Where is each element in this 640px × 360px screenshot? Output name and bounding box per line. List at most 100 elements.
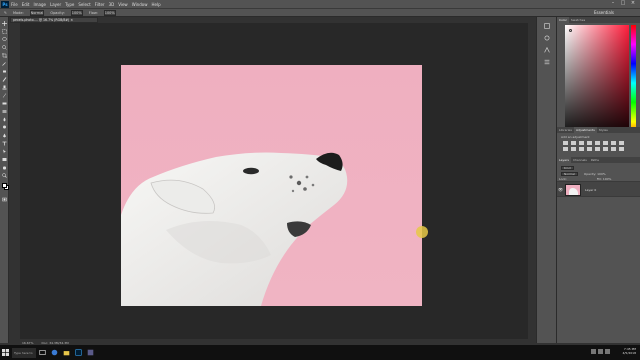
- image-canvas[interactable]: [121, 65, 422, 306]
- tab-adjustments[interactable]: Adjustments: [573, 127, 597, 133]
- file-explorer-icon[interactable]: [61, 348, 71, 358]
- lasso-tool-icon[interactable]: [2, 37, 7, 42]
- rectangle-tool-icon[interactable]: [2, 157, 7, 162]
- zoom-tool-icon[interactable]: [2, 173, 7, 178]
- menu-image[interactable]: Image: [33, 2, 46, 7]
- move-tool-icon[interactable]: [2, 21, 7, 26]
- clone-stamp-tool-icon[interactable]: [2, 85, 7, 90]
- window-controls: – □ ×: [608, 0, 638, 6]
- quick-select-tool-icon[interactable]: [2, 45, 7, 50]
- eyedropper-tool-icon[interactable]: [2, 61, 7, 66]
- menu-help[interactable]: Help: [151, 2, 160, 7]
- photo-filter-icon[interactable]: [563, 147, 568, 151]
- pen-tool-icon[interactable]: [2, 133, 7, 138]
- type-tool-icon[interactable]: [2, 141, 7, 146]
- tab-color[interactable]: Color: [557, 17, 569, 23]
- healing-brush-tool-icon[interactable]: [2, 69, 7, 74]
- photoshop-logo: Ps: [1, 0, 9, 8]
- taskbar: Type here to search 7:45 PM 4/5/2018: [0, 345, 640, 360]
- color-panel: Color Swatches: [556, 17, 640, 141]
- maximize-button[interactable]: □: [618, 0, 628, 6]
- menu-edit[interactable]: Edit: [22, 2, 30, 7]
- edge-browser-icon[interactable]: [49, 348, 59, 358]
- marquee-tool-icon[interactable]: [2, 29, 7, 34]
- flow-input[interactable]: 100%: [103, 9, 116, 16]
- brush-tool-icon[interactable]: ✎: [4, 11, 7, 15]
- menu-select[interactable]: Select: [78, 2, 90, 7]
- menu-layer[interactable]: Layer: [50, 2, 61, 7]
- menu-3d[interactable]: 3D: [109, 2, 115, 7]
- tab-styles[interactable]: Styles: [597, 127, 610, 133]
- tab-swatches[interactable]: Swatches: [569, 17, 587, 23]
- color-picker-field[interactable]: [565, 25, 629, 141]
- color-lookup-icon[interactable]: [579, 147, 584, 151]
- menu-window[interactable]: Window: [132, 2, 148, 7]
- opacity-input[interactable]: 100%: [70, 9, 83, 16]
- photoshop-taskbar-icon[interactable]: [73, 348, 83, 358]
- close-button[interactable]: ×: [628, 0, 638, 6]
- invert-icon[interactable]: [587, 147, 592, 151]
- network-icon[interactable]: [591, 349, 596, 354]
- taskbar-search-input[interactable]: Type here to search: [12, 347, 36, 358]
- blur-tool-icon[interactable]: [2, 117, 7, 122]
- quick-mask-icon[interactable]: [2, 197, 7, 202]
- properties-icon[interactable]: [544, 35, 550, 41]
- history-brush-tool-icon[interactable]: [2, 93, 7, 98]
- tab-libraries[interactable]: Libraries: [557, 127, 574, 133]
- brightness-icon[interactable]: [563, 141, 568, 145]
- history-icon[interactable]: [544, 23, 550, 29]
- curves-icon[interactable]: [579, 141, 584, 145]
- eraser-tool-icon[interactable]: [2, 101, 7, 106]
- tab-layers[interactable]: Layers: [557, 157, 571, 163]
- color-balance-icon[interactable]: [611, 141, 616, 145]
- brush-tool-icon[interactable]: [2, 77, 7, 82]
- eye-icon[interactable]: 👁: [558, 187, 563, 192]
- menu-view[interactable]: View: [118, 2, 128, 7]
- crop-tool-icon[interactable]: [2, 53, 7, 58]
- windows-start-icon[interactable]: [0, 345, 10, 360]
- menu-type[interactable]: Type: [65, 2, 74, 7]
- minimize-button[interactable]: –: [608, 0, 618, 6]
- path-selection-tool-icon[interactable]: [2, 149, 7, 154]
- workspace-switcher[interactable]: Essentials: [594, 10, 614, 15]
- color-picker-marker[interactable]: [569, 29, 572, 32]
- channel-mixer-icon[interactable]: [571, 147, 576, 151]
- paragraph-icon[interactable]: [544, 59, 550, 65]
- threshold-icon[interactable]: [603, 147, 608, 151]
- exposure-icon[interactable]: [587, 141, 592, 145]
- black-white-icon[interactable]: [619, 141, 624, 145]
- character-icon[interactable]: [544, 47, 550, 53]
- layer-kind-select[interactable]: Kind: [561, 165, 574, 170]
- hand-tool-icon[interactable]: [2, 165, 7, 170]
- foreground-color-swatch[interactable]: [2, 183, 7, 188]
- adjustments-panel-tabs: Libraries Adjustments Styles: [557, 127, 640, 133]
- app-taskbar-icon[interactable]: [85, 348, 95, 358]
- taskbar-clock[interactable]: 7:45 PM 4/5/2018: [614, 347, 636, 355]
- tools-panel: [0, 17, 9, 343]
- layer-opacity[interactable]: Opacity: 100%: [584, 172, 606, 176]
- tab-channels[interactable]: Channels: [571, 157, 589, 163]
- dodge-tool-icon[interactable]: [2, 125, 7, 130]
- menu-filter[interactable]: Filter: [95, 2, 105, 7]
- task-view-icon[interactable]: [37, 348, 47, 358]
- layer-filter-row: Kind: [559, 165, 637, 170]
- layer-fill[interactable]: Fill: 100%: [597, 177, 612, 181]
- selective-color-icon[interactable]: [611, 147, 616, 151]
- adjustments-icon-grid: [563, 141, 625, 151]
- posterize-icon[interactable]: [595, 147, 600, 151]
- gradient-map-icon[interactable]: [619, 147, 624, 151]
- layer-row[interactable]: 👁 Layer 0: [557, 181, 640, 197]
- zoom-level[interactable]: 16.67%: [22, 341, 33, 345]
- gradient-tool-icon[interactable]: [2, 109, 7, 114]
- volume-icon[interactable]: [598, 349, 603, 354]
- levels-icon[interactable]: [571, 141, 576, 145]
- hue-slider[interactable]: [631, 25, 636, 141]
- notification-icon[interactable]: [605, 349, 610, 354]
- blend-mode-select[interactable]: Normal: [561, 171, 578, 176]
- menu-file[interactable]: File: [11, 2, 18, 7]
- mode-select[interactable]: Normal: [29, 9, 45, 16]
- tab-paths[interactable]: Paths: [589, 157, 601, 163]
- hue-saturation-icon[interactable]: [603, 141, 608, 145]
- layer-name[interactable]: Layer 0: [585, 188, 596, 192]
- vibrance-icon[interactable]: [595, 141, 600, 145]
